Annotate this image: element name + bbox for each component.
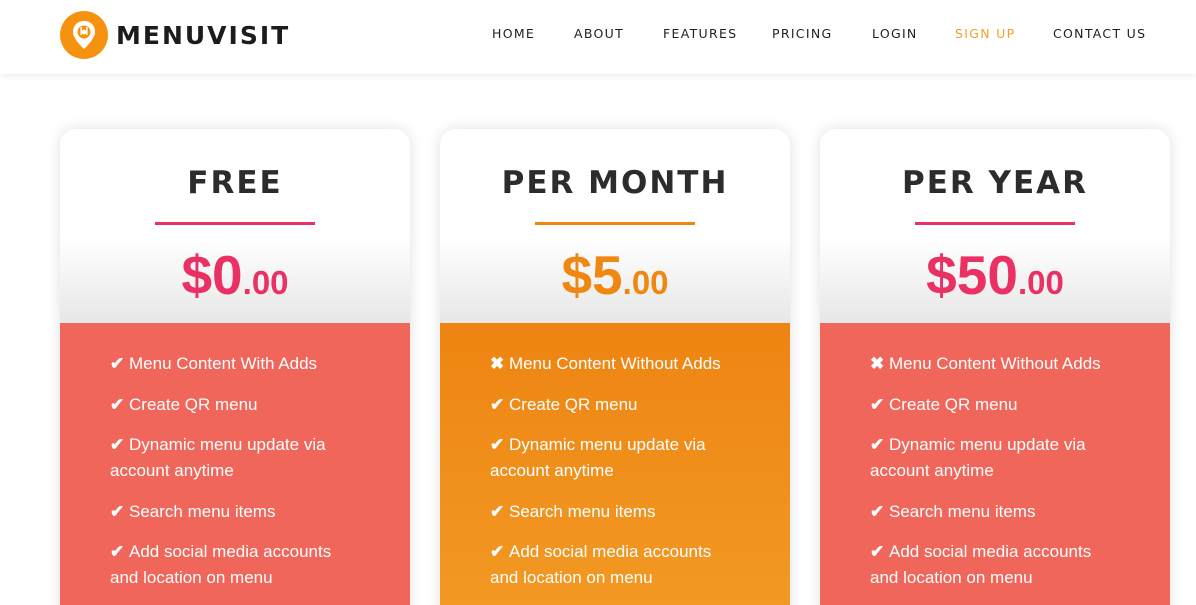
feature-text: Search menu items bbox=[129, 501, 276, 521]
site-header: MENUVISIT HOME ABOUT FEATURES PRICING LO… bbox=[0, 0, 1196, 74]
nav-features[interactable]: FEATURES bbox=[663, 26, 737, 41]
price-amount: $5 bbox=[561, 244, 623, 306]
feature-item: ✔ Dynamic menu update via account anytime bbox=[870, 432, 1120, 484]
feature-list: ✔ Menu Content With Adds ✔ Create QR menu … bbox=[60, 323, 410, 605]
cross-icon: ✖ bbox=[490, 354, 505, 373]
feature-item: ✔ Add social media accounts and location … bbox=[110, 539, 360, 591]
nav-home[interactable]: HOME bbox=[492, 26, 535, 41]
feature-text: Add social media accounts and location o… bbox=[110, 542, 332, 587]
cross-icon: ✖ bbox=[870, 354, 885, 373]
feature-item: ✔ Search menu items bbox=[490, 499, 740, 525]
title-divider bbox=[535, 222, 695, 225]
check-icon: ✔ bbox=[490, 435, 505, 454]
price-amount: $0 bbox=[181, 244, 243, 306]
nav-about[interactable]: ABOUT bbox=[574, 26, 624, 41]
title-divider bbox=[155, 222, 315, 225]
plan-price: $50.00 bbox=[820, 243, 1170, 307]
feature-item: ✔ Create QR menu bbox=[110, 392, 360, 418]
pricing-card-per-year: PER YEAR $50.00 ✖ Menu Content Without Ad… bbox=[820, 129, 1170, 605]
feature-item: ✔ Search menu items bbox=[870, 499, 1120, 525]
feature-text: Menu Content Without Adds bbox=[889, 354, 1101, 373]
feature-text: Create QR menu bbox=[129, 394, 258, 414]
feature-item: ✔ Dynamic menu update via account anytime bbox=[490, 432, 740, 484]
plan-price: $0.00 bbox=[60, 243, 410, 307]
title-divider bbox=[915, 222, 1075, 225]
feature-text: Dynamic menu update via account anytime bbox=[490, 435, 706, 480]
plan-title: FREE bbox=[187, 165, 283, 201]
feature-item: ✖ Menu Content Without Adds bbox=[490, 351, 740, 377]
check-icon: ✔ bbox=[110, 501, 125, 521]
price-cents: .00 bbox=[242, 264, 289, 301]
feature-text: Menu Content Without Adds bbox=[509, 354, 721, 373]
feature-item: ✔ Dynamic menu update via account anytime bbox=[110, 432, 360, 484]
feature-text: Menu Content With Adds bbox=[129, 354, 318, 373]
feature-text: Dynamic menu update via account anytime bbox=[870, 435, 1086, 480]
feature-text: Search menu items bbox=[509, 501, 656, 521]
card-header: PER YEAR $50.00 bbox=[820, 129, 1170, 323]
check-icon: ✔ bbox=[870, 394, 885, 414]
card-header: PER MONTH $5.00 bbox=[440, 129, 790, 323]
pricing-card-free: FREE $0.00 ✔ Menu Content With Adds ✔ Crea… bbox=[60, 129, 410, 605]
check-icon: ✔ bbox=[870, 435, 885, 454]
plan-title: PER YEAR bbox=[901, 165, 1089, 201]
nav-login[interactable]: LOGIN bbox=[872, 26, 918, 41]
plan-title: PER MONTH bbox=[501, 165, 729, 201]
feature-item: ✔ Create QR menu bbox=[490, 392, 740, 418]
check-icon: ✔ bbox=[490, 542, 505, 561]
feature-item: ✔ Add social media accounts and location … bbox=[870, 539, 1120, 591]
nav-contact-us[interactable]: CONTACT US bbox=[1053, 26, 1146, 41]
price-cents: .00 bbox=[622, 264, 669, 301]
price-cents: .00 bbox=[1017, 264, 1064, 301]
pricing-card-per-month: PER MONTH $5.00 ✖ Menu Content Without Ad… bbox=[440, 129, 790, 605]
check-icon: ✔ bbox=[870, 542, 885, 561]
feature-text: Add social media accounts and location o… bbox=[870, 542, 1092, 587]
check-icon: ✔ bbox=[490, 394, 505, 414]
check-icon: ✔ bbox=[870, 501, 885, 521]
feature-item: ✔ Menu Content With Adds bbox=[110, 351, 360, 377]
check-icon: ✔ bbox=[490, 501, 505, 521]
plan-price: $5.00 bbox=[440, 243, 790, 307]
feature-text: Create QR menu bbox=[509, 394, 638, 414]
check-icon: ✔ bbox=[110, 394, 125, 414]
main-nav: HOME ABOUT FEATURES PRICING LOGIN SIGN U… bbox=[0, 0, 1196, 68]
check-icon: ✔ bbox=[110, 354, 125, 373]
feature-item: ✔ Add social media accounts and location … bbox=[490, 539, 740, 591]
feature-text: Search menu items bbox=[889, 501, 1036, 521]
feature-item: ✖ Menu Content Without Adds bbox=[870, 351, 1120, 377]
price-amount: $50 bbox=[926, 244, 1018, 306]
feature-text: Add social media accounts and location o… bbox=[490, 542, 712, 587]
check-icon: ✔ bbox=[110, 435, 125, 454]
card-header: FREE $0.00 bbox=[60, 129, 410, 323]
nav-sign-up[interactable]: SIGN UP bbox=[955, 26, 1015, 41]
feature-list: ✖ Menu Content Without Adds ✔ Create QR me… bbox=[440, 323, 790, 605]
feature-text: Create QR menu bbox=[889, 394, 1018, 414]
check-icon: ✔ bbox=[110, 542, 125, 561]
feature-list: ✖ Menu Content Without Adds ✔ Create QR me… bbox=[820, 323, 1170, 605]
feature-item: ✔ Create QR menu bbox=[870, 392, 1120, 418]
feature-item: ✔ Search menu items bbox=[110, 499, 360, 525]
feature-text: Dynamic menu update via account anytime bbox=[110, 435, 326, 480]
nav-pricing[interactable]: PRICING bbox=[772, 26, 832, 41]
